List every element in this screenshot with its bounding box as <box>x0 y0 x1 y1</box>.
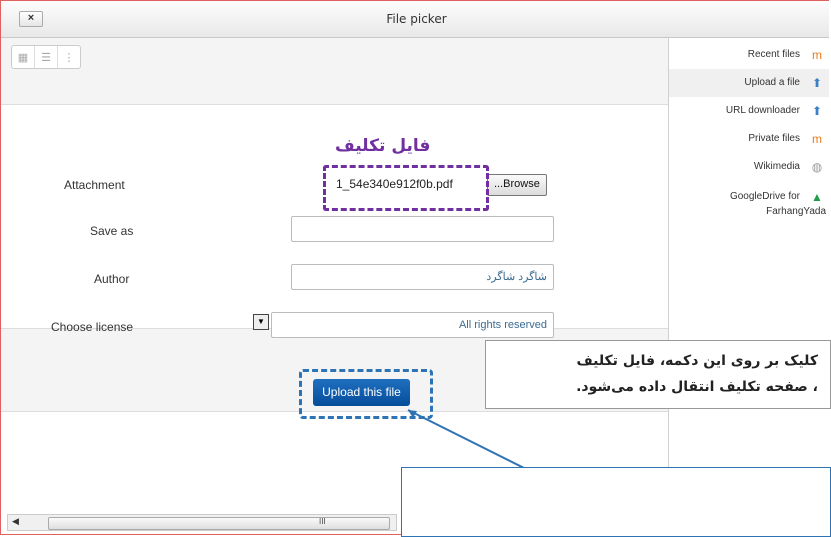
arrow-connector <box>407 409 561 487</box>
empty-annotation-box <box>401 467 831 537</box>
